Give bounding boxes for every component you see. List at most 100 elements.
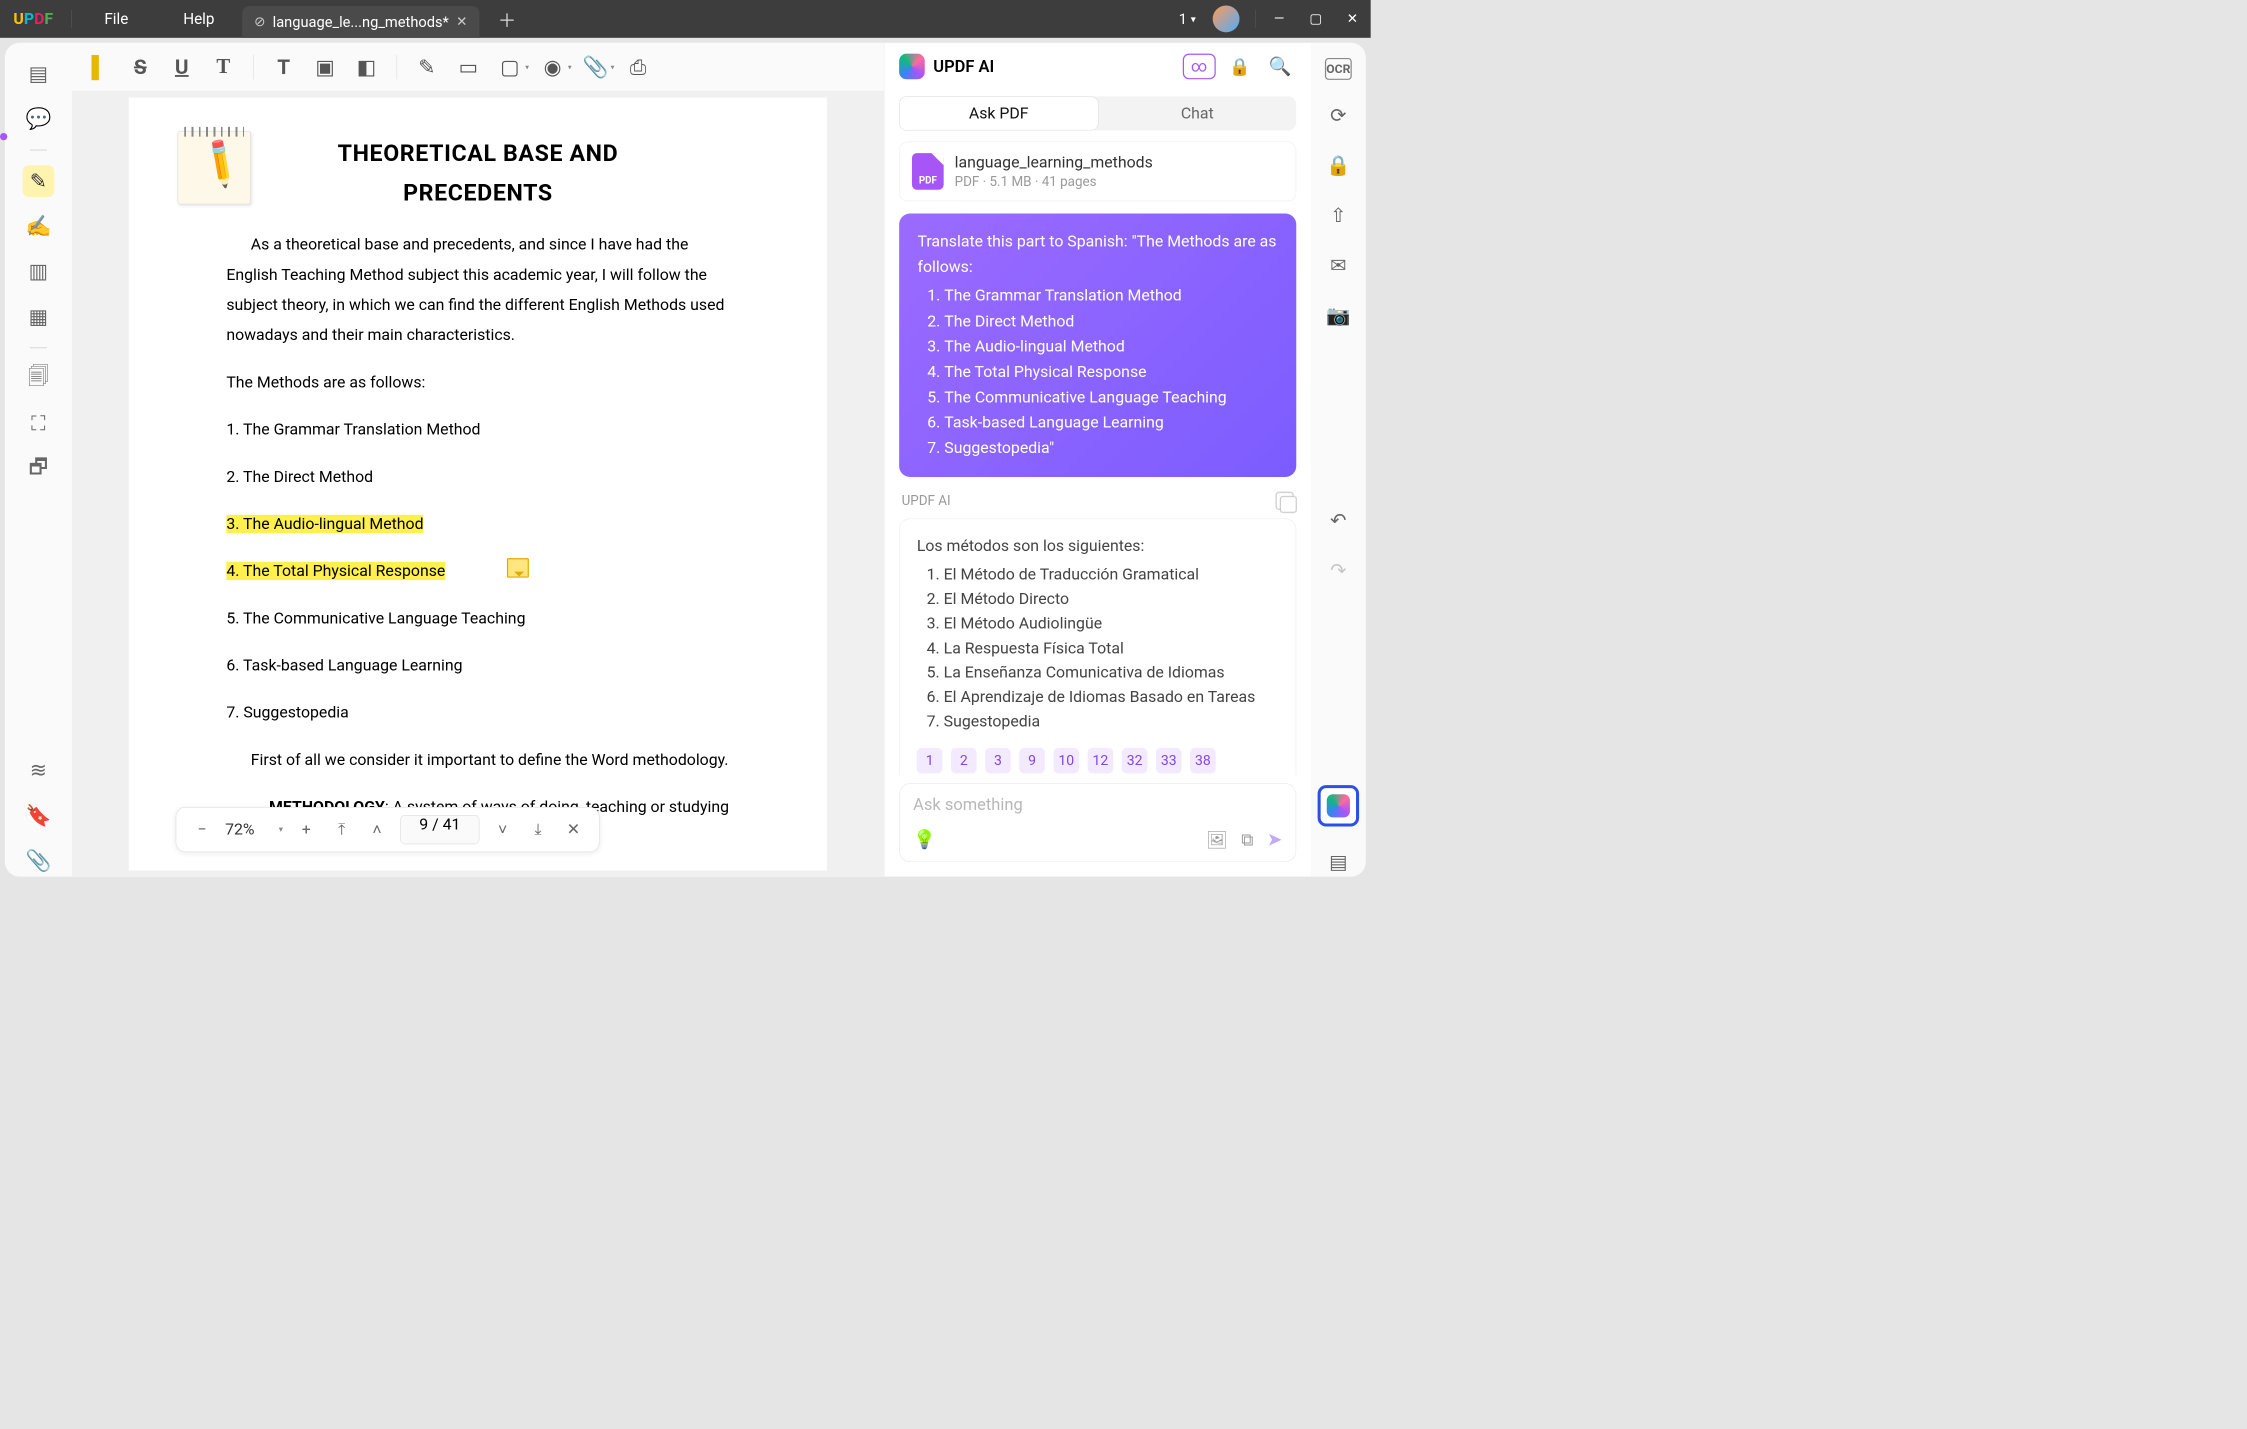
list-item: El Método Directo (944, 587, 1279, 612)
body-text: First of all we consider it important to… (226, 745, 729, 775)
pencil-icon[interactable]: ✎ (409, 49, 444, 84)
lock-icon[interactable]: 🔒 (1224, 56, 1255, 76)
list-item: 2. The Direct Method (226, 462, 729, 492)
pdf-page: ✏️ THEORETICAL BASE ANDPRECEDENTS As a t… (129, 98, 827, 871)
reader-mode-icon[interactable]: ▤ (23, 58, 55, 90)
prev-page-button[interactable]: ˄ (365, 817, 389, 841)
text-tool-icon[interactable]: T (266, 49, 301, 84)
citation-chip[interactable]: 1 (917, 748, 943, 774)
zoom-out-button[interactable]: − (190, 817, 214, 841)
citation-chip[interactable]: 3 (985, 748, 1011, 774)
highlighter-icon[interactable]: ▌ (81, 49, 116, 84)
comment-icon[interactable]: 💬 (23, 103, 55, 135)
list-item: El Método Audiolingüe (944, 611, 1279, 636)
page-title: THEORETICAL BASE ANDPRECEDENTS (226, 134, 729, 213)
citation-chip[interactable]: 32 (1122, 748, 1148, 774)
eraser-icon[interactable]: ▭ (451, 49, 486, 84)
pages-icon[interactable]: 🗐 (23, 363, 55, 395)
ai-fab-button[interactable] (1318, 785, 1359, 826)
image-attach-icon[interactable]: 🖼 (1206, 830, 1228, 850)
comment-marker-icon[interactable] (507, 558, 529, 578)
page-number-input[interactable]: 9 / 41 (400, 815, 479, 844)
protect-icon[interactable]: 🔒 (1324, 151, 1353, 180)
share-icon[interactable]: ⇧ (1324, 201, 1353, 230)
crop-icon[interactable]: ⛶ (23, 408, 55, 440)
strikethrough-icon[interactable]: S (123, 49, 158, 84)
next-page-button[interactable]: ˅ (490, 817, 514, 841)
attachment-icon[interactable]: 📎 (23, 845, 55, 877)
minimize-button[interactable]: — (1261, 0, 1298, 38)
ai-panel-title: UPDF AI (933, 57, 1174, 77)
edit-text-icon[interactable]: ✍ (23, 210, 55, 242)
document-tab[interactable]: ⊘ language_le...ng_methods* ✕ (242, 6, 480, 38)
close-button[interactable]: ✕ (1334, 0, 1371, 38)
maximize-button[interactable]: ▢ (1297, 0, 1334, 38)
bookmark-icon[interactable]: 🔖 (23, 800, 55, 832)
copy-icon[interactable] (1276, 492, 1294, 510)
tab-chat[interactable]: Chat (1098, 96, 1296, 130)
list-item: El Aprendizaje de Idiomas Basado en Tare… (944, 685, 1279, 710)
list-item: The Grammar Translation Method (944, 284, 1278, 309)
citation-chip[interactable]: 9 (1019, 748, 1045, 774)
send-button[interactable]: ➤ (1267, 829, 1282, 850)
menu-help[interactable]: Help (156, 10, 242, 28)
convert-icon[interactable]: ⟳ (1324, 101, 1353, 130)
attach-icon[interactable]: 📎 (578, 49, 613, 84)
tab-close-icon[interactable]: ✕ (456, 14, 467, 29)
page-viewport[interactable]: ✏️ THEORETICAL BASE ANDPRECEDENTS As a t… (72, 92, 884, 877)
underline-icon[interactable]: U (164, 49, 199, 84)
citation-chip[interactable]: 2 (951, 748, 977, 774)
citation-chip[interactable]: 10 (1053, 748, 1079, 774)
citation-chip[interactable]: 33 (1156, 748, 1182, 774)
shape-icon[interactable]: ▢ (492, 49, 527, 84)
suggestions-icon[interactable]: 💡 (913, 829, 936, 850)
ocr-icon[interactable]: OCR (1325, 58, 1352, 80)
menu-file[interactable]: File (77, 10, 156, 28)
list-item: The Direct Method (944, 309, 1278, 334)
zoom-in-button[interactable]: + (294, 817, 318, 841)
right-rail: OCR ⟳ 🔒 ⇧ ✉ 📷 ↶ ↷ ▤ (1311, 43, 1366, 877)
list-item: 7. Suggestopedia (226, 698, 729, 728)
text-style-icon[interactable]: T (206, 49, 241, 84)
tab-ask-pdf[interactable]: Ask PDF (899, 96, 1098, 130)
ai-prompt-input[interactable] (913, 795, 1282, 815)
user-message: Translate this part to Spanish: "The Met… (899, 214, 1296, 478)
citation-row: 12391012323338 (917, 748, 1279, 774)
close-nav-button[interactable]: ✕ (561, 817, 585, 841)
page-navigator: − 72% ▾ + ⤒ ˄ 9 / 41 ˅ ⤓ ✕ (176, 807, 600, 852)
highlight-tool-icon[interactable]: ✎ (23, 165, 55, 197)
list-item: Sugestopedia (944, 710, 1279, 735)
undo-icon[interactable]: ↶ (1324, 506, 1353, 535)
ink-icon[interactable]: ◉ (535, 49, 570, 84)
first-page-button[interactable]: ⤒ (329, 817, 353, 841)
ai-response: Los métodos son los siguientes: El Métod… (899, 519, 1296, 775)
window-count[interactable]: 1 ▾ (1173, 10, 1202, 27)
compare-icon[interactable]: 🗗 (23, 453, 55, 485)
new-tab-button[interactable]: ＋ (480, 5, 535, 32)
email-icon[interactable]: ✉ (1324, 251, 1353, 280)
no-save-icon: ⊘ (254, 14, 265, 29)
last-page-button[interactable]: ⤓ (526, 817, 550, 841)
stamp-icon[interactable]: ⎙ (620, 49, 655, 84)
notes-panel-icon[interactable]: ▤ (1324, 847, 1353, 876)
form-icon[interactable]: ▦ (23, 301, 55, 333)
list-item: La Enseñanza Comunicativa de Idiomas (944, 661, 1279, 686)
avatar[interactable] (1213, 5, 1240, 32)
source-file-card[interactable]: PDF language_learning_methods PDF · 5.1 … (899, 142, 1296, 202)
citation-chip[interactable]: 38 (1190, 748, 1216, 774)
zoom-dropdown[interactable]: ▾ (279, 825, 283, 835)
layers-icon[interactable]: ≋ (23, 755, 55, 787)
screenshot-icon[interactable]: ⧉ (1241, 829, 1253, 850)
ai-sender-label: UPDF AI (902, 493, 951, 508)
citation-chip[interactable]: 12 (1088, 748, 1114, 774)
list-item: 5. The Communicative Language Teaching (226, 604, 729, 634)
redo-icon[interactable]: ↷ (1324, 556, 1353, 585)
list-item: El Método de Traducción Gramatical (944, 562, 1279, 587)
textbox-icon[interactable]: ▣ (307, 49, 342, 84)
screenshot-tool-icon[interactable]: 📷 (1324, 301, 1353, 330)
list-item: 1. The Grammar Translation Method (226, 415, 729, 445)
callout-icon[interactable]: ◧ (349, 49, 384, 84)
search-icon[interactable]: 🔍 (1264, 56, 1297, 77)
unlimited-button[interactable]: ∞ (1183, 54, 1216, 80)
page-organize-icon[interactable]: ▥ (23, 256, 55, 288)
